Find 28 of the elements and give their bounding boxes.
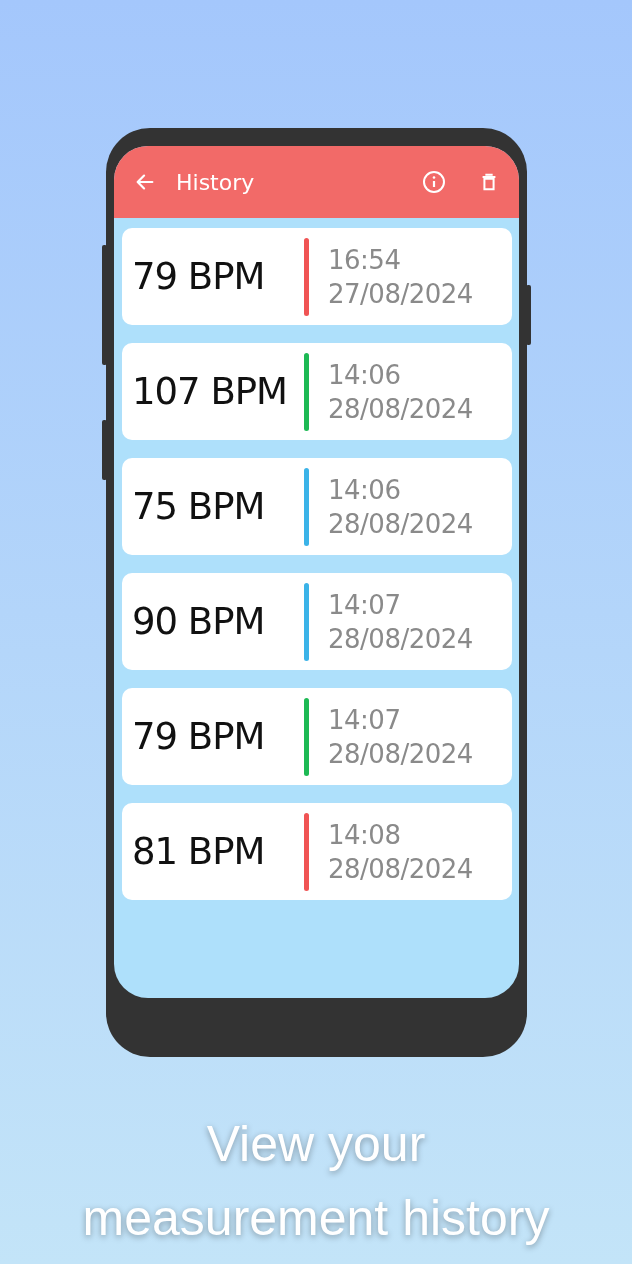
heart-rate-reading: 79 BPM xyxy=(132,255,266,298)
date-text: 28/08/2024 xyxy=(328,392,473,426)
date-text: 28/08/2024 xyxy=(328,852,473,886)
history-card[interactable]: 107 BPM 14:06 28/08/2024 xyxy=(122,343,512,440)
history-card[interactable]: 81 BPM 14:08 28/08/2024 xyxy=(122,803,512,900)
history-card[interactable]: 90 BPM 14:07 28/08/2024 xyxy=(122,573,512,670)
date-text: 28/08/2024 xyxy=(328,507,473,541)
time-text: 14:06 xyxy=(328,473,402,507)
date-text: 28/08/2024 xyxy=(328,622,473,656)
heart-rate-reading: 107 BPM xyxy=(132,370,288,413)
info-icon[interactable] xyxy=(422,170,446,194)
date-text: 27/08/2024 xyxy=(328,277,473,311)
screen-title: History xyxy=(176,169,256,195)
time-text: 16:54 xyxy=(328,243,402,277)
history-card[interactable]: 75 BPM 14:06 28/08/2024 xyxy=(122,458,512,555)
heart-rate-reading: 81 BPM xyxy=(132,830,266,873)
heart-rate-reading: 75 BPM xyxy=(132,485,266,528)
history-card[interactable]: 79 BPM 14:07 28/08/2024 xyxy=(122,688,512,785)
history-card[interactable]: 79 BPM 16:54 27/08/2024 xyxy=(122,228,512,325)
heart-rate-reading: 79 BPM xyxy=(132,715,266,758)
time-text: 14:07 xyxy=(328,588,402,622)
caption-line: measurement history xyxy=(82,1189,550,1248)
time-text: 14:08 xyxy=(328,818,402,852)
date-text: 28/08/2024 xyxy=(328,737,473,771)
time-text: 14:07 xyxy=(328,703,402,737)
caption-line: View your xyxy=(206,1115,426,1174)
time-text: 14:06 xyxy=(328,358,402,392)
heart-rate-reading: 90 BPM xyxy=(132,600,266,643)
